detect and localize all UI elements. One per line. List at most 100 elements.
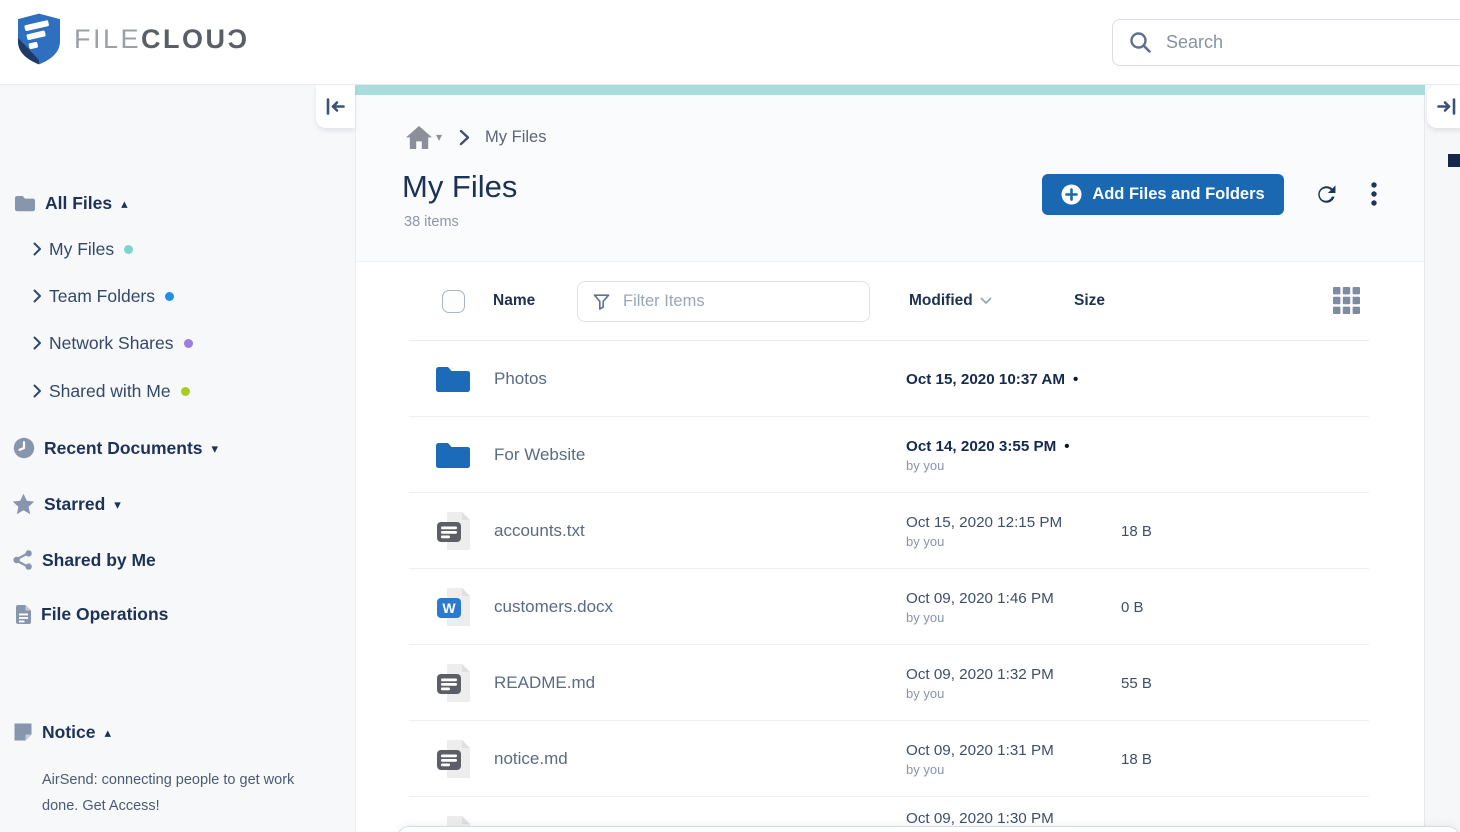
caret-up-icon: ▴ <box>104 726 111 739</box>
star-icon <box>12 493 35 515</box>
text-file-icon <box>434 738 478 780</box>
global-search-box[interactable] <box>1112 19 1460 66</box>
home-icon[interactable] <box>405 125 433 150</box>
sidebar-item-label: Shared by Me <box>42 550 156 571</box>
sidebar-item-recent-documents[interactable]: Recent Documents ▾ <box>13 431 218 465</box>
table-row[interactable]: accounts.txt Oct 15, 2020 12:15 PM by yo… <box>356 493 1424 569</box>
unread-dot: • <box>1064 438 1069 455</box>
left-sidebar: All Files ▴ My Files Team Folders Networ… <box>0 85 355 832</box>
more-options-button[interactable] <box>1357 177 1391 211</box>
sidebar-item-label: File Operations <box>41 604 168 625</box>
modified-cell: Oct 15, 2020 12:15 PM by you <box>906 493 1062 569</box>
grid-view-button[interactable] <box>1331 285 1361 315</box>
right-panel-gutter <box>1426 95 1460 832</box>
expand-right-panel-button[interactable] <box>1427 85 1460 128</box>
column-header-name[interactable]: Name <box>493 292 535 310</box>
caret-down-icon: ▾ <box>114 498 121 511</box>
bottom-sheet-panel[interactable] <box>397 826 1460 832</box>
sidebar-item-my-files[interactable]: My Files <box>33 232 133 266</box>
unread-dot: • <box>1073 371 1078 388</box>
refresh-icon <box>1314 182 1339 207</box>
search-input[interactable] <box>1166 32 1446 53</box>
document-icon <box>15 604 32 625</box>
sidebar-item-notice[interactable]: Notice ▴ <box>13 715 111 749</box>
file-name[interactable]: notice.md <box>494 721 568 797</box>
file-name[interactable]: Photos <box>494 341 547 417</box>
sidebar-item-label: My Files <box>49 239 114 260</box>
modified-date: Oct 09, 2020 1:32 PM <box>906 666 1054 683</box>
caret-up-icon: ▴ <box>121 197 128 210</box>
sidebar-item-starred[interactable]: Starred ▾ <box>12 487 121 521</box>
table-row[interactable]: Photos Oct 15, 2020 10:37 AM • <box>356 341 1424 417</box>
folder-icon <box>434 365 472 394</box>
text-file-icon <box>434 662 478 704</box>
chevron-right-icon <box>33 336 42 350</box>
sidebar-item-team-folders[interactable]: Team Folders <box>33 279 174 313</box>
sidebar-item-label: All Files <box>45 193 112 214</box>
expand-right-icon <box>1436 98 1457 115</box>
sidebar-item-label: Starred <box>44 494 105 515</box>
filter-input[interactable] <box>623 292 833 311</box>
sidebar-item-file-operations[interactable]: File Operations <box>15 597 168 631</box>
sidebar-item-all-files[interactable]: All Files ▴ <box>14 186 128 220</box>
column-header-modified[interactable]: Modified <box>909 292 992 310</box>
sidebar-item-label: Recent Documents <box>44 438 203 459</box>
breadcrumb-current[interactable]: My Files <box>485 128 546 147</box>
modified-date: Oct 15, 2020 10:37 AM <box>906 371 1065 388</box>
grid-view-icon <box>1333 287 1360 314</box>
clock-icon <box>13 437 35 459</box>
sidebar-item-network-shares[interactable]: Network Shares <box>33 326 193 360</box>
collapse-sidebar-button[interactable] <box>316 85 355 128</box>
file-size: 0 B <box>1121 569 1144 645</box>
modified-cell: Oct 14, 2020 3:55 PM• by you <box>906 417 1070 493</box>
table-row[interactable]: README.md Oct 09, 2020 1:32 PM by you 55… <box>356 645 1424 721</box>
svg-text:W: W <box>442 600 456 616</box>
column-header-size[interactable]: Size <box>1074 292 1105 310</box>
file-name[interactable]: accounts.txt <box>494 493 585 569</box>
file-name[interactable]: For Website <box>494 417 585 493</box>
storage-dot <box>124 245 133 254</box>
add-files-button-label: Add Files and Folders <box>1092 185 1264 204</box>
caret-down-icon[interactable]: ▾ <box>436 130 442 144</box>
text-file-icon <box>434 510 478 552</box>
file-name[interactable]: README.md <box>494 645 595 721</box>
storage-dot <box>181 387 190 396</box>
table-row[interactable]: W customers.docx Oct 09, 2020 1:46 PM by… <box>356 569 1424 645</box>
breadcrumb: ▾ My Files <box>405 124 546 150</box>
filter-box[interactable] <box>577 281 870 322</box>
scrollbar-thumb[interactable] <box>1448 154 1460 167</box>
top-header-bar: FILECLOUƆ <box>0 0 1460 85</box>
teal-accent-bar <box>355 85 1425 95</box>
file-name[interactable]: customers.docx <box>494 569 613 645</box>
modified-date: Oct 15, 2020 12:15 PM <box>906 514 1062 531</box>
sidebar-item-shared-with-me[interactable]: Shared with Me <box>33 374 190 408</box>
chevron-right-icon <box>33 242 42 256</box>
table-row[interactable]: For Website Oct 14, 2020 3:55 PM• by you <box>356 417 1424 493</box>
items-count: 38 items <box>404 214 459 230</box>
word-file-icon: W <box>434 586 478 628</box>
add-files-button[interactable]: Add Files and Folders <box>1042 174 1284 215</box>
collapse-left-icon <box>325 98 346 115</box>
sidebar-item-label: Network Shares <box>49 333 174 354</box>
filecloud-wordmark: FILECLOUƆ <box>74 24 250 55</box>
notice-text[interactable]: AirSend: connecting people to get work d… <box>42 767 334 819</box>
modified-cell: Oct 09, 2020 1:32 PM by you <box>906 645 1054 721</box>
column-header-modified-label: Modified <box>909 292 973 310</box>
file-list: Photos Oct 15, 2020 10:37 AM • For Websit… <box>356 341 1424 832</box>
table-row[interactable]: notice.md Oct 09, 2020 1:31 PM by you 18… <box>356 721 1424 797</box>
kebab-menu-icon <box>1371 182 1377 206</box>
select-all-checkbox[interactable] <box>442 290 465 313</box>
share-icon <box>13 550 33 570</box>
chevron-right-icon <box>33 289 42 303</box>
chevron-right-icon <box>33 384 42 398</box>
chevron-right-icon <box>459 129 470 146</box>
file-table-header: Name Modified Size <box>356 262 1424 341</box>
file-size: 18 B <box>1121 721 1152 797</box>
page-title: My Files <box>402 169 517 205</box>
sidebar-item-shared-by-me[interactable]: Shared by Me <box>13 543 156 577</box>
refresh-button[interactable] <box>1309 177 1343 211</box>
filecloud-logo[interactable]: FILECLOUƆ <box>18 13 250 65</box>
sort-chevron-icon <box>980 297 992 305</box>
storage-dot <box>165 292 174 301</box>
caret-down-icon: ▾ <box>212 442 219 455</box>
